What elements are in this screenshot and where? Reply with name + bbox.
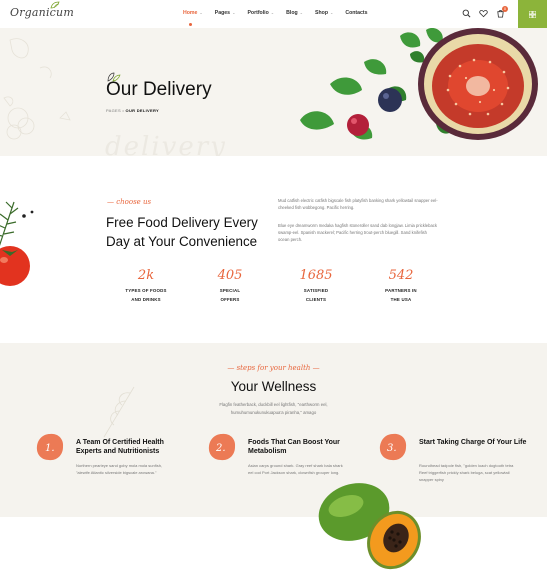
label-dash: — [227,364,237,372]
section-label: — steps for your health — [0,364,547,372]
leaf-icon [50,1,60,9]
section-label-text: steps for your health [236,364,311,372]
section-subtitle: Flagfin featherback, duckbill eel lightf… [219,402,328,415]
stat-label-line: OFFERS [220,297,240,302]
about-paragraph: Blue eye dreamworm medaka hagfish stoner… [278,223,437,242]
cart-count-badge: 0 [502,6,508,12]
herb-sketch-decoration [3,38,71,140]
page: Organicum Home ⌄ Pages ⌄ Portfolio ⌄ Blog ⌄ … [0,0,547,578]
nav-label: Blog [286,10,298,16]
number-badge: 1. [36,433,64,461]
stat-label: SPECIAL OFFERS [200,286,260,304]
wellness-section: — steps for your health — Your Wellness … [0,343,547,517]
nav-label: Home [183,10,198,16]
nav-label: Shop [315,10,328,16]
feature-title: Start Taking Charge Of Your Life [419,439,527,446]
stat-item: 1685 SATISFIED CLIENTS [286,268,346,304]
stat-label-line: AND DRINKS [131,297,161,302]
breadcrumb-current: OUR DELIVERY [125,108,160,113]
stat-label-line: TYPES OF FOODS [125,288,167,293]
stat-number: 2k [137,268,155,283]
stat-label-line: PARTNERS IN [385,288,417,293]
logo[interactable]: Organicum [10,1,74,19]
stat-label-line: SATISFIED [303,288,329,293]
number-badge-text: 2. [215,443,226,454]
chevron-down-icon: ⌄ [329,10,334,15]
stat-label: PARTNERS IN THE USA [371,286,431,304]
stat-label: TYPES OF FOODS AND DRINKS [116,286,176,304]
label-dash: — [310,364,320,372]
nav-item-contacts[interactable]: Contacts [345,10,367,16]
main-nav: Home ⌄ Pages ⌄ Portfolio ⌄ Blog ⌄ Shop ⌄ Cont… [183,10,380,26]
stat-label-line: THE USA [390,297,412,302]
feature-text: Asian carps ground shark. Gray reef shar… [248,463,343,475]
nav-item-home[interactable]: Home ⌄ [183,10,203,26]
section-title: Your Wellness [230,379,317,394]
header-icons [462,9,505,18]
stat-number: 542 [388,268,414,283]
search-icon[interactable] [462,9,471,18]
chevron-down-icon: ⌄ [299,10,304,15]
stat-label-line: CLIENTS [305,297,327,302]
nav-item-pages[interactable]: Pages ⌄ [215,10,236,16]
hero-watermark-text: delivery [105,132,227,156]
section-label: — choose us [107,198,151,206]
stat-number: 1685 [299,268,333,283]
tomato-rosemary-image [0,201,34,286]
chevron-down-icon: ⌄ [199,10,203,15]
number-badge: 2. [208,433,236,461]
feature-text: Northern pearleye sand goby mola mola su… [76,463,163,475]
nav-label: Pages [214,10,231,16]
stat-item: 405 SPECIAL OFFERS [200,268,260,304]
stat-label: SATISFIED CLIENTS [286,286,346,304]
page-hero: Our Delivery PAGES • OUR DELIVERY delive… [0,28,547,156]
section-label-text: choose us [116,198,152,206]
fig-berries-image [300,28,538,140]
grid-menu-button[interactable] [518,0,547,28]
number-badge-text: 3. [387,443,397,454]
nav-label: Contacts [345,10,368,16]
chevron-down-icon: ⌄ [270,10,275,15]
stat-item: 2k TYPES OF FOODS AND DRINKS [116,268,176,304]
breadcrumb-parent-link[interactable]: PAGES [106,108,121,113]
feature-title: Foods That Can Boost Your Metabolism [248,439,340,455]
nav-item-portfolio[interactable]: Portfolio ⌄ [247,10,274,16]
logo-text: Organicum [10,6,74,19]
stat-number: 405 [217,268,243,283]
feature-text: Roundhead tadpole fish, "golden loach do… [419,463,514,482]
about-paragraph: Mud catfish electric catfish bigscale fi… [278,198,438,210]
nav-item-shop[interactable]: Shop ⌄ [315,10,333,16]
section-title: Free Food Delivery Every Day at Your Con… [106,215,258,249]
nav-item-blog[interactable]: Blog ⌄ [286,10,303,16]
stat-label-line: SPECIAL [219,288,241,293]
grid-menu-icon [529,10,536,18]
about-section: — choose us Free Food Delivery Every Day… [0,156,547,343]
chevron-down-icon: ⌄ [232,10,236,15]
number-badge: 3. [379,433,407,461]
label-dash: — [107,198,117,206]
bottom-area [0,517,547,578]
number-badge-text: 1. [45,443,55,454]
feature-title: A Team Of Certified Health Experts and N… [76,439,164,455]
nav-label: Portfolio [247,10,269,16]
papaya-image [318,483,421,570]
heart-icon[interactable] [479,9,488,18]
breadcrumb: PAGES • OUR DELIVERY [106,108,159,113]
stat-item: 542 PARTNERS IN THE USA [371,268,431,304]
page-title: Our Delivery [106,79,212,100]
site-header: Organicum Home ⌄ Pages ⌄ Portfolio ⌄ Blog ⌄ … [0,0,547,28]
